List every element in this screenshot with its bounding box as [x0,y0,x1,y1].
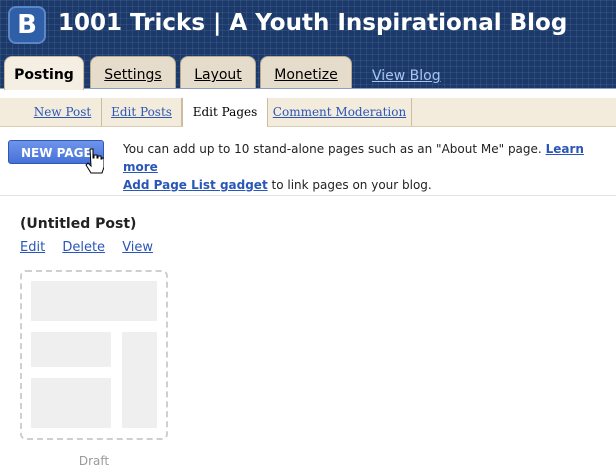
hand-cursor-icon [85,148,104,174]
page-actions: Edit Delete View [20,240,166,255]
blog-title: 1001 Tricks | A Youth Inspirational Blog [58,10,568,36]
main-tabs: Posting Settings Layout Monetize View Bl… [0,56,616,90]
subnav-edit-pages[interactable]: Edit Pages [182,98,268,127]
thumbnail-sidebar-block [122,332,157,428]
thumbnail-content-block [31,332,111,367]
subnav-comment-moderation[interactable]: Comment Moderation [268,98,412,126]
view-blog-link[interactable]: View Blog [372,68,441,84]
page-title: (Untitled Post) [20,216,137,232]
thumbnail-content-block [31,378,111,428]
thumbnail-header-block [31,281,157,321]
tab-posting[interactable]: Posting [4,56,84,90]
logo-letter: B [17,10,37,40]
tab-layout[interactable]: Layout [180,56,256,88]
add-page-list-gadget-link[interactable]: Add Page List gadget [123,178,268,192]
view-link[interactable]: View [122,240,153,255]
edit-link[interactable]: Edit [20,240,45,255]
blogger-logo-icon[interactable]: B [8,6,46,44]
tab-settings[interactable]: Settings [90,56,176,88]
delete-link[interactable]: Delete [62,240,105,255]
info-text-2: to link pages on your blog. [271,178,432,192]
subnav-new-post[interactable]: New Post [24,98,102,126]
section-divider [0,195,616,196]
tab-monetize[interactable]: Monetize [260,56,352,88]
subnav-edit-posts[interactable]: Edit Posts [102,98,182,126]
info-text-1: You can add up to 10 stand-alone pages s… [123,142,542,156]
page-thumbnail[interactable] [20,270,168,440]
draft-status: Draft [78,454,110,468]
blog-header: B 1001 Tricks | A Youth Inspirational Bl… [0,0,616,90]
pages-info-text: You can add up to 10 stand-alone pages s… [123,140,609,194]
posting-subnav: New Post Edit Posts Edit Pages Comment M… [0,98,616,127]
